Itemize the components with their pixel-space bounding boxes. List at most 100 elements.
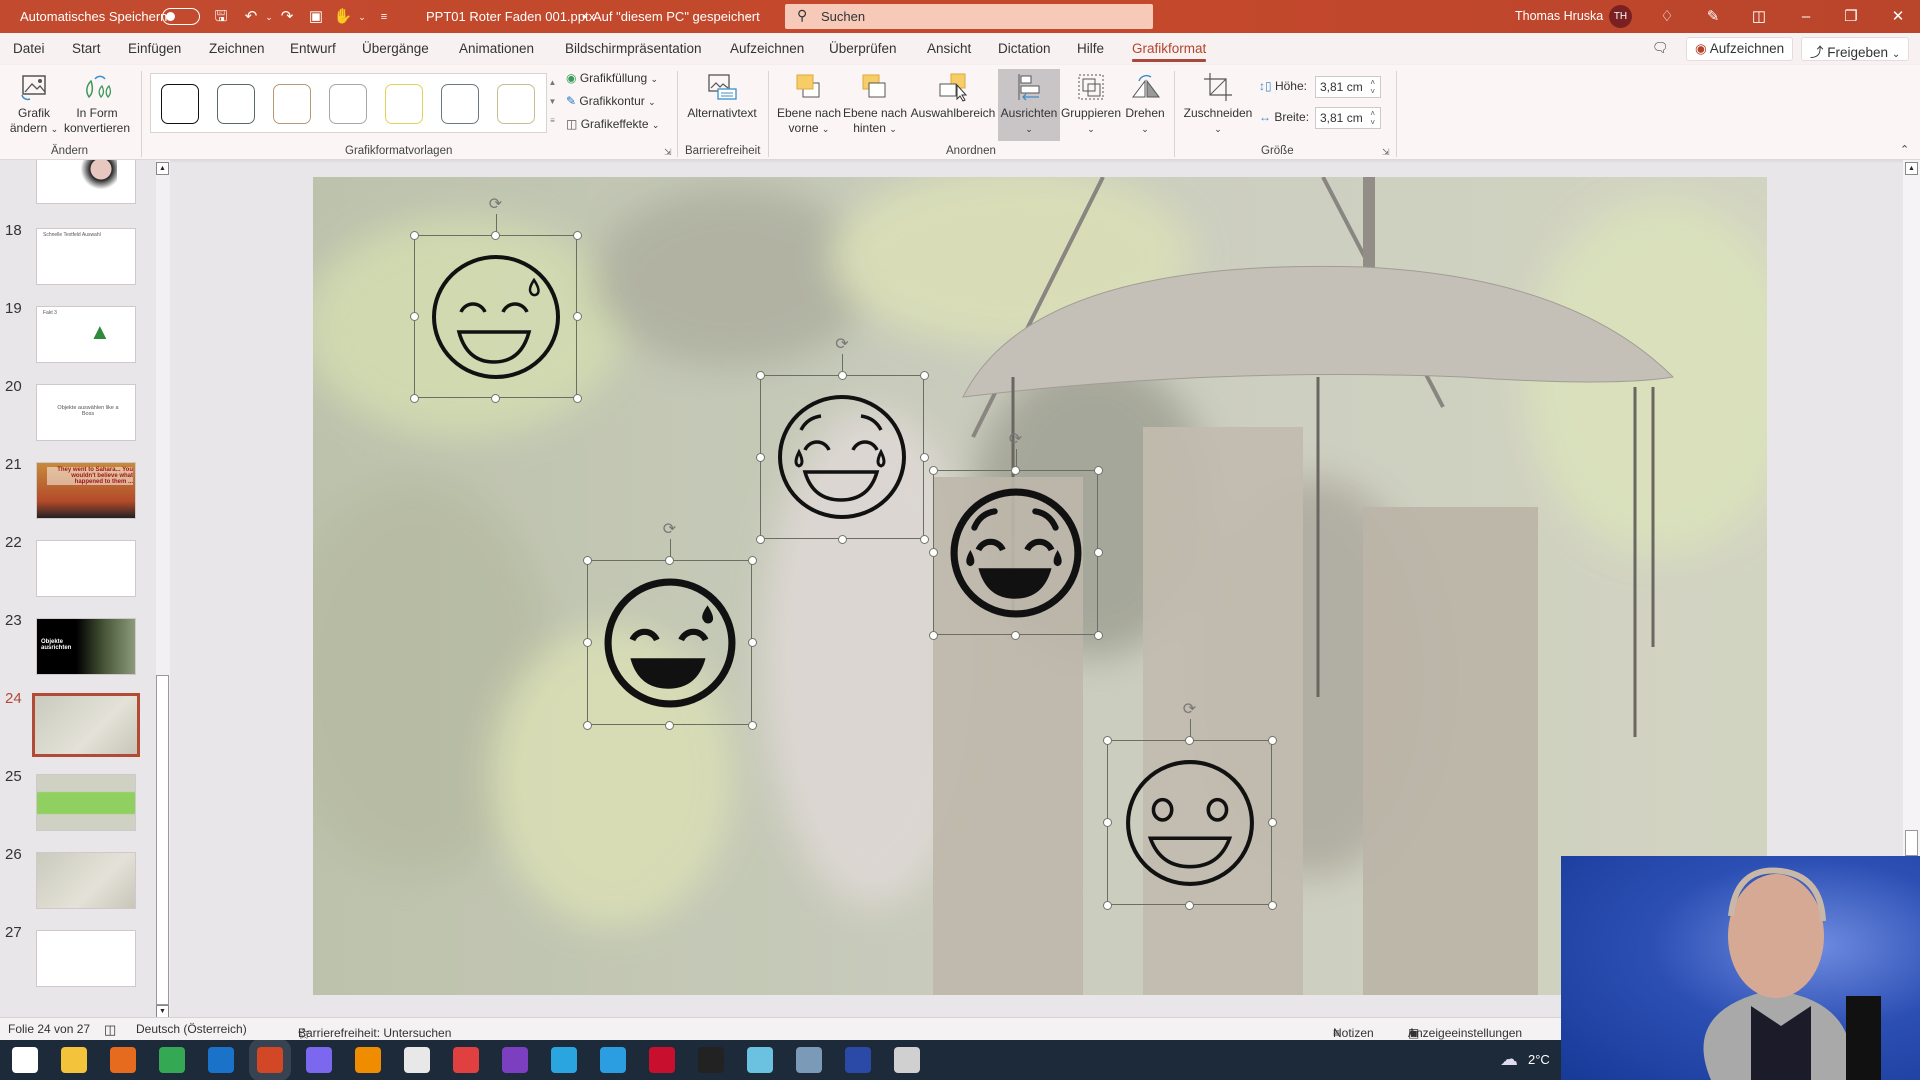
save-location-chevron-icon[interactable]: ⌄ — [745, 10, 753, 21]
circle-app-icon[interactable] — [796, 1047, 822, 1073]
onenote-icon[interactable] — [502, 1047, 528, 1073]
slide-canvas[interactable]: ⟳ ⟳ ⟳ ⟳ ⟳ — [313, 177, 1767, 995]
tab-grafikformat[interactable]: Grafikformat — [1132, 41, 1207, 62]
resize-handle[interactable] — [755, 534, 765, 544]
outlook-icon[interactable] — [208, 1047, 234, 1073]
comments-icon[interactable]: 🗨 — [1644, 37, 1674, 61]
align-button[interactable]: Ausrichten ⌄ — [998, 69, 1060, 141]
scroll-up-icon[interactable]: ▲ — [156, 162, 169, 175]
weather-temperature[interactable]: 2°C — [1528, 1052, 1550, 1067]
resize-handle[interactable] — [919, 534, 929, 544]
convert-to-shape-button[interactable]: In Form konvertieren — [62, 71, 132, 136]
picture-effects-button[interactable]: ◫ Grafikeffekte ⌄ — [566, 117, 659, 131]
resize-handle[interactable] — [572, 393, 582, 403]
firefox-icon[interactable] — [110, 1047, 136, 1073]
picture-border-button[interactable]: ✎ Grafikkontur ⌄ — [566, 94, 656, 108]
vegas-icon[interactable] — [551, 1047, 577, 1073]
resize-handle[interactable] — [572, 230, 582, 240]
tab-start[interactable]: Start — [72, 41, 101, 56]
slide-thumbnail[interactable]: Fakt 3 ▲ — [36, 306, 136, 363]
alt-text-button[interactable]: Alternativtext — [684, 71, 760, 121]
red-app-icon[interactable] — [649, 1047, 675, 1073]
gallery-more-icon[interactable]: ≡ — [547, 111, 558, 130]
resize-handle[interactable] — [747, 555, 757, 565]
slide-thumbnail[interactable] — [36, 540, 136, 597]
tab-dictation[interactable]: Dictation — [998, 41, 1051, 56]
send-backward-button[interactable]: Ebene nach hinten ⌄ — [842, 71, 908, 137]
crop-button[interactable]: Zuschneiden ⌄ — [1182, 71, 1254, 137]
tab-ansicht[interactable]: Ansicht — [927, 41, 971, 56]
premium-diamond-icon[interactable]: ♢ — [1657, 7, 1677, 27]
style-swatch[interactable] — [273, 84, 311, 124]
resize-handle[interactable] — [582, 555, 592, 565]
style-swatch[interactable] — [385, 84, 423, 124]
resize-handle[interactable] — [928, 548, 938, 557]
presentation-from-start-icon[interactable]: ▣ — [306, 7, 326, 27]
touch-mode-icon[interactable]: ✋ — [333, 7, 353, 27]
rotate-handle-icon[interactable]: ⟳ — [487, 196, 505, 214]
touch-dropdown-icon[interactable]: ⌄ — [352, 7, 372, 27]
tab-aufzeichnen[interactable]: Aufzeichnen — [730, 41, 804, 56]
resize-handle[interactable] — [747, 638, 757, 647]
scroll-up-icon[interactable]: ▲ — [1905, 162, 1918, 175]
slide-thumbnail-selected[interactable] — [32, 693, 140, 757]
resize-handle[interactable] — [928, 630, 938, 640]
resize-handle[interactable] — [1093, 548, 1103, 557]
rotate-handle-icon[interactable]: ⟳ — [661, 521, 679, 539]
snipping-tool-icon[interactable] — [306, 1047, 332, 1073]
tab-zeichnen[interactable]: Zeichnen — [209, 41, 265, 56]
bring-forward-button[interactable]: Ebene nach vorne ⌄ — [776, 71, 842, 137]
slide-thumbnail[interactable]: Objekte ausrichten — [36, 618, 136, 675]
resize-handle[interactable] — [747, 720, 757, 730]
share-button[interactable]: ⤴ Freigeben ⌄ — [1801, 37, 1910, 61]
resize-handle[interactable] — [1093, 465, 1103, 475]
style-swatch[interactable] — [497, 84, 535, 124]
monitor-app-icon[interactable] — [894, 1047, 920, 1073]
gallery-scroll-down-icon[interactable]: ▼ — [547, 92, 558, 111]
spell-check-icon[interactable]: ◫ — [104, 1022, 116, 1038]
resize-handle[interactable] — [491, 230, 500, 240]
width-input[interactable]: 3,81 cm ˄ ˅ — [1315, 107, 1381, 129]
selection-pane-button[interactable]: Auswahlbereich — [910, 71, 996, 121]
redo-icon[interactable]: ↷ — [277, 7, 297, 27]
slide-thumbnail[interactable]: They went to Sahara... You wouldn't beli… — [36, 462, 136, 519]
resize-handle[interactable] — [1011, 465, 1020, 475]
slide-thumbnail[interactable]: Objekte auswählen like a Boss — [36, 384, 136, 441]
resize-handle[interactable] — [1185, 735, 1194, 745]
collapse-ribbon-icon[interactable]: ⌃ — [1900, 143, 1909, 156]
resize-handle[interactable] — [837, 534, 847, 544]
resize-handle[interactable] — [1102, 818, 1112, 827]
style-swatch[interactable] — [161, 84, 199, 124]
close-icon[interactable]: ✕ — [1888, 7, 1908, 27]
resize-handle[interactable] — [582, 638, 592, 647]
resize-handle[interactable] — [582, 720, 592, 730]
group-button[interactable]: Gruppieren ⌄ — [1060, 71, 1122, 137]
resize-handle[interactable] — [1185, 900, 1194, 910]
style-swatch[interactable] — [441, 84, 479, 124]
tab-animationen[interactable]: Animationen — [459, 41, 534, 56]
dialog-launcher-icon[interactable]: ⇲ — [664, 147, 672, 158]
picture-fill-button[interactable]: ◉ Grafikfüllung ⌄ — [566, 71, 658, 85]
avatar[interactable]: TH — [1609, 5, 1632, 28]
emoji-graphic-tears-of-joy-filled[interactable]: ⟳ — [928, 431, 1103, 640]
emoji-graphic-smiling-face[interactable]: ⟳ — [1102, 701, 1277, 910]
width-spinner[interactable]: ˄ ˅ — [1370, 109, 1375, 127]
tab-bildschirmpraesentation[interactable]: Bildschirmpräsentation — [565, 41, 702, 56]
height-spinner[interactable]: ˄ ˅ — [1370, 78, 1375, 96]
rotate-handle-icon[interactable]: ⟳ — [833, 336, 851, 354]
resize-handle[interactable] — [491, 393, 500, 403]
gallery-scroll-up-icon[interactable]: ▲ — [547, 73, 558, 92]
resize-handle[interactable] — [755, 370, 765, 380]
resize-handle[interactable] — [409, 230, 419, 240]
save-icon[interactable]: 🖫 — [211, 7, 231, 27]
autosave-toggle[interactable] — [162, 8, 200, 25]
resize-handle[interactable] — [928, 465, 938, 475]
resize-handle[interactable] — [409, 312, 419, 321]
powerpoint-icon[interactable] — [257, 1047, 283, 1073]
slide-thumbnail[interactable] — [36, 774, 136, 831]
resize-handle[interactable] — [665, 720, 674, 730]
resize-handle[interactable] — [1267, 900, 1277, 910]
rotate-handle-icon[interactable]: ⟳ — [1007, 431, 1025, 449]
slide-thumbnail[interactable]: Schnelle Textfeld Auswahl — [36, 228, 136, 285]
undo-icon[interactable]: ↶ — [241, 7, 261, 27]
